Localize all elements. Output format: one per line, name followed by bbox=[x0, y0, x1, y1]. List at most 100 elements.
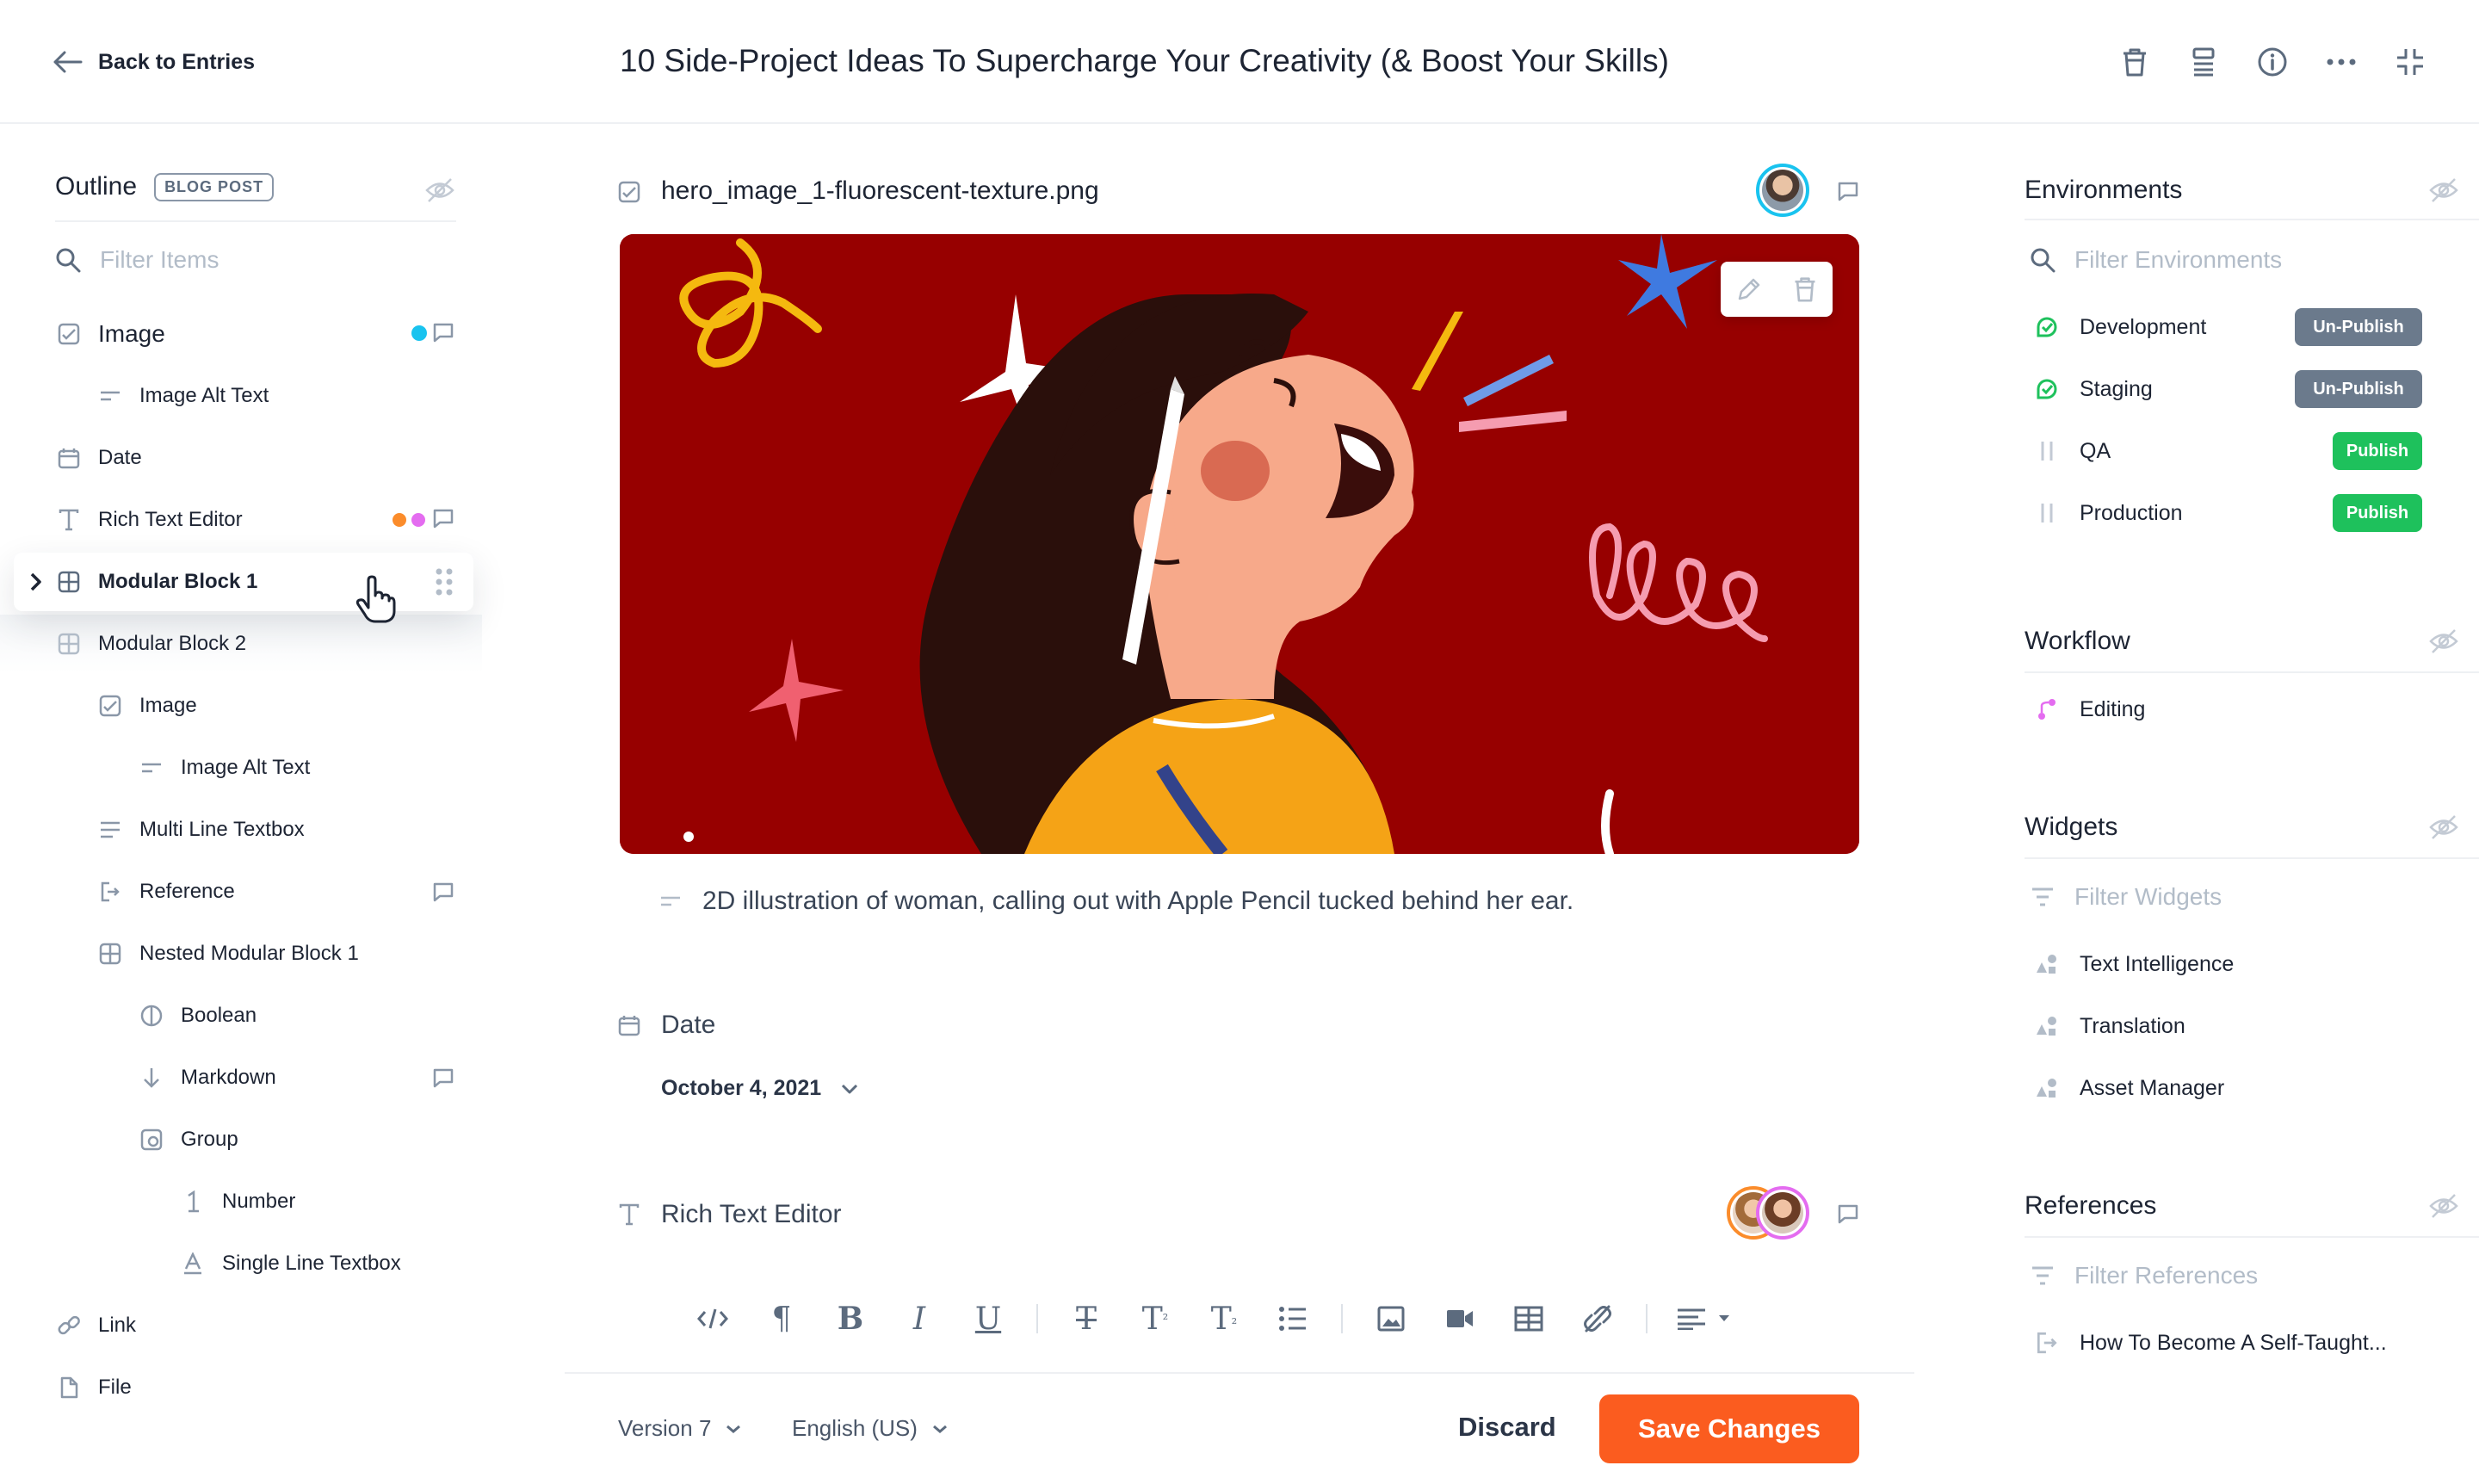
outline-item-date[interactable]: Date bbox=[55, 434, 142, 482]
environment-row[interactable]: Production bbox=[2035, 492, 2183, 534]
toolbar-separator bbox=[1341, 1304, 1343, 1333]
outline-item-label: Number bbox=[222, 1190, 296, 1213]
drag-handle-icon[interactable] bbox=[436, 568, 453, 596]
version-dropdown[interactable]: Version 7 bbox=[618, 1415, 742, 1442]
reference-title: How To Become A Self-Taught... bbox=[2080, 1330, 2387, 1355]
chevron-right-icon[interactable] bbox=[29, 572, 43, 592]
align-icon[interactable] bbox=[1672, 1298, 1740, 1339]
widgets-filter-input[interactable]: Filter Widgets bbox=[2030, 883, 2222, 911]
more-icon[interactable] bbox=[2322, 43, 2360, 81]
outline-header: Outline BLOG POST bbox=[55, 172, 275, 201]
unpublish-button[interactable]: Un-Publish bbox=[2295, 308, 2422, 346]
outline-item-image[interactable]: Image bbox=[55, 310, 165, 358]
outline-item-label: Date bbox=[98, 446, 142, 469]
hide-panel-icon[interactable] bbox=[2429, 177, 2458, 203]
comment-icon[interactable] bbox=[1837, 181, 1859, 201]
outline-item-image-alt-text[interactable]: Image Alt Text bbox=[96, 372, 269, 420]
save-changes-button[interactable]: Save Changes bbox=[1599, 1394, 1859, 1463]
unpublished-icon bbox=[2035, 439, 2059, 463]
outline-item-rich-text-editor[interactable]: Rich Text Editor bbox=[55, 496, 243, 544]
outline-item-single-line-textbox[interactable]: Single Line Textbox bbox=[179, 1240, 401, 1288]
underline-icon[interactable]: U bbox=[964, 1298, 1012, 1339]
outline-item-number[interactable]: Number bbox=[179, 1178, 295, 1226]
paragraph-icon[interactable]: ¶ bbox=[757, 1298, 806, 1339]
widget-icon bbox=[2035, 952, 2059, 976]
outline-item-label: Single Line Textbox bbox=[222, 1252, 401, 1275]
outline-item-label: Boolean bbox=[181, 1004, 257, 1027]
publish-button[interactable]: Publish bbox=[2333, 494, 2422, 532]
outline-item-link[interactable]: Link bbox=[55, 1302, 136, 1350]
divider bbox=[2025, 857, 2479, 859]
boolean-icon bbox=[138, 1002, 165, 1030]
publish-button[interactable]: Publish bbox=[2333, 432, 2422, 470]
outline-item-image[interactable]: Image bbox=[96, 682, 197, 730]
unpublish-button[interactable]: Un-Publish bbox=[2295, 370, 2422, 408]
outline-item-boolean[interactable]: Boolean bbox=[138, 992, 257, 1040]
superscript-icon[interactable]: T² bbox=[1131, 1298, 1179, 1339]
hero-image[interactable] bbox=[620, 234, 1859, 854]
comment-icon[interactable] bbox=[432, 508, 454, 529]
reference-item[interactable]: How To Become A Self-Taught... bbox=[2035, 1322, 2387, 1363]
outline-item-label: Markdown bbox=[181, 1066, 276, 1089]
asset-file-name[interactable]: hero_image_1-fluorescent-texture.png bbox=[661, 176, 1099, 206]
filter-placeholder: Filter Environments bbox=[2074, 246, 2283, 273]
layout-icon[interactable] bbox=[2185, 43, 2222, 81]
outline-item-group[interactable]: Group bbox=[138, 1116, 238, 1164]
image-alt-text[interactable]: 2D illustration of woman, calling out wi… bbox=[702, 887, 1573, 916]
environment-row[interactable]: Development bbox=[2035, 306, 2206, 348]
workflow-stage[interactable]: Editing bbox=[2035, 689, 2145, 730]
hide-panel-icon[interactable] bbox=[2429, 1193, 2458, 1219]
subscript-icon[interactable]: T₂ bbox=[1200, 1298, 1248, 1339]
info-icon[interactable] bbox=[2253, 43, 2291, 81]
hide-panel-icon[interactable] bbox=[2429, 628, 2458, 654]
widget-item[interactable]: Translation bbox=[2035, 1005, 2185, 1047]
trash-icon[interactable] bbox=[2116, 43, 2154, 81]
bullet-list-icon[interactable] bbox=[1269, 1298, 1317, 1339]
unlink-icon[interactable] bbox=[1573, 1298, 1622, 1339]
widget-item[interactable]: Text Intelligence bbox=[2035, 943, 2234, 985]
outline-item-multi-line-textbox[interactable]: Multi Line Textbox bbox=[96, 806, 305, 854]
hide-panel-icon[interactable] bbox=[2429, 814, 2458, 840]
table-icon[interactable] bbox=[1505, 1298, 1553, 1339]
outline-item-label: Nested Modular Block 1 bbox=[139, 942, 359, 965]
comment-icon[interactable] bbox=[432, 322, 454, 343]
discard-button[interactable]: Discard bbox=[1458, 1412, 1556, 1443]
outline-filter-input[interactable]: Filter Items bbox=[55, 246, 219, 274]
outline-item-image-alt-text[interactable]: Image Alt Text bbox=[138, 744, 310, 792]
widget-item[interactable]: Asset Manager bbox=[2035, 1067, 2224, 1109]
back-to-entries-link[interactable]: Back to Entries bbox=[53, 45, 255, 79]
arrow-left-icon bbox=[53, 51, 83, 73]
bold-icon[interactable]: B bbox=[826, 1298, 875, 1339]
outline-item-reference[interactable]: Reference bbox=[96, 868, 235, 916]
video-icon[interactable] bbox=[1436, 1298, 1484, 1339]
comment-icon[interactable] bbox=[432, 1067, 454, 1088]
text-icon bbox=[618, 1203, 640, 1226]
avatar[interactable] bbox=[1756, 1186, 1809, 1240]
widget-name: Translation bbox=[2080, 1013, 2185, 1038]
code-icon[interactable] bbox=[689, 1298, 737, 1339]
avatar[interactable] bbox=[1756, 164, 1809, 217]
divider bbox=[2025, 671, 2479, 673]
collapse-icon[interactable] bbox=[2391, 43, 2429, 81]
environment-row[interactable]: QA bbox=[2035, 430, 2111, 472]
comment-icon[interactable] bbox=[432, 881, 454, 902]
outline-item-modular-block-1[interactable]: Modular Block 1 bbox=[55, 558, 257, 606]
environment-row[interactable]: Staging bbox=[2035, 368, 2153, 410]
outline-item-markdown[interactable]: Markdown bbox=[138, 1054, 276, 1102]
strikethrough-icon[interactable]: T bbox=[1062, 1298, 1110, 1339]
locale-dropdown[interactable]: English (US) bbox=[792, 1415, 949, 1442]
outline-item-modular-block-2[interactable]: Modular Block 2 bbox=[55, 620, 246, 668]
italic-icon[interactable]: I bbox=[895, 1298, 943, 1339]
hide-panel-icon[interactable] bbox=[425, 177, 454, 203]
references-filter-input[interactable]: Filter References bbox=[2030, 1262, 2258, 1289]
trash-icon[interactable] bbox=[1792, 275, 1818, 303]
hero-illustration bbox=[620, 234, 1859, 854]
unpublished-icon bbox=[2035, 501, 2059, 525]
edit-icon[interactable] bbox=[1736, 276, 1762, 302]
environments-filter-input[interactable]: Filter Environments bbox=[2030, 246, 2282, 274]
date-picker[interactable]: October 4, 2021 bbox=[661, 1076, 859, 1101]
comment-icon[interactable] bbox=[1837, 1203, 1859, 1224]
outline-item-file[interactable]: File bbox=[55, 1363, 132, 1412]
outline-item-nested-modular-block-1[interactable]: Nested Modular Block 1 bbox=[96, 930, 359, 978]
image-icon[interactable] bbox=[1367, 1298, 1415, 1339]
